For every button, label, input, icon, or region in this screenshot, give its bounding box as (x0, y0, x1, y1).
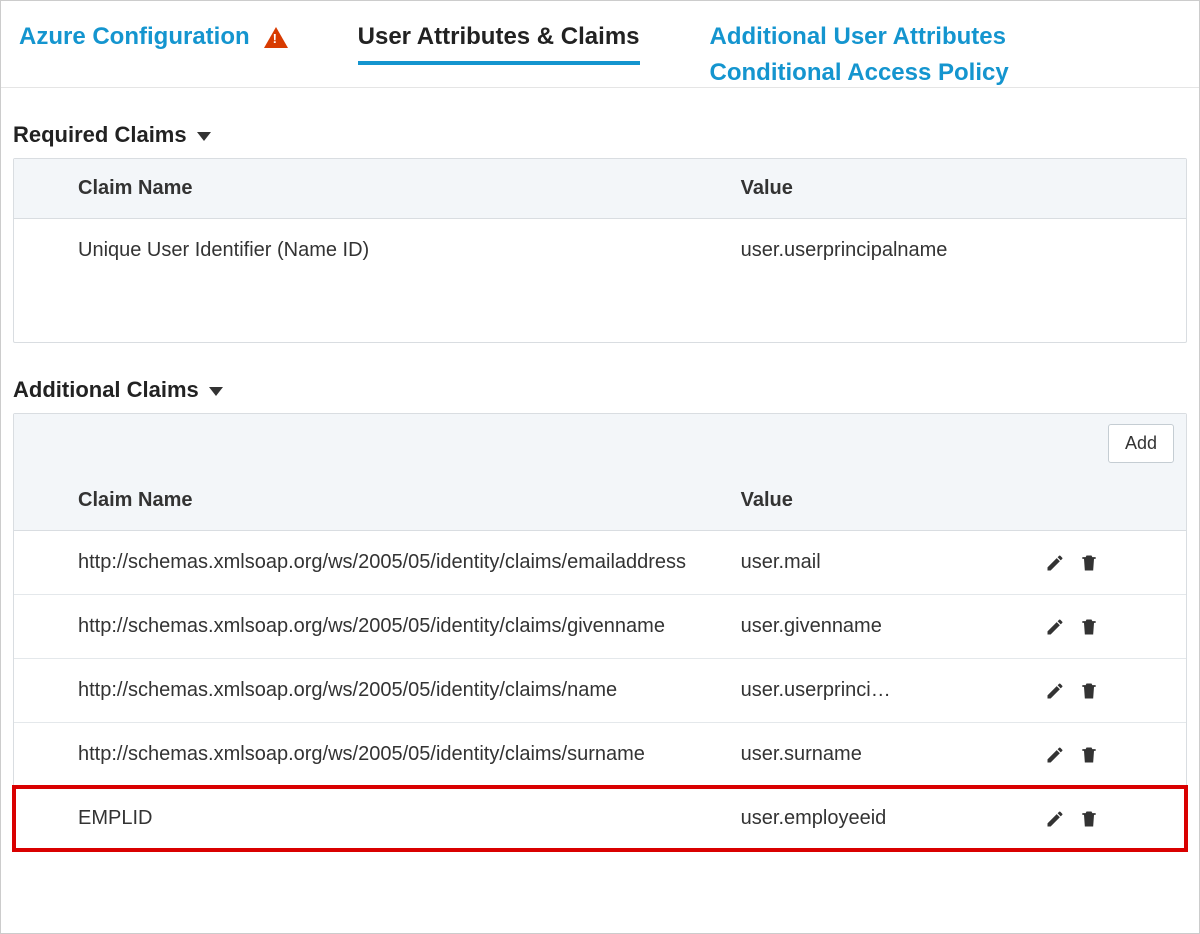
row-actions (1045, 617, 1174, 637)
edit-icon[interactable] (1045, 681, 1065, 701)
cell-value: user.mail (741, 531, 1046, 595)
additional-claims-table: Claim Name Value http://schemas.xmlsoap.… (14, 471, 1186, 850)
tab-azure-configuration[interactable]: Azure Configuration (19, 23, 288, 51)
section-required-claims: Required Claims Claim Name Value Unique … (1, 88, 1199, 343)
section-additional-claims: Additional Claims Add Claim Name Value h… (1, 343, 1199, 851)
cell-value: user.employeeid (741, 787, 1046, 851)
row-actions (1045, 809, 1174, 829)
cell-claim-name: Unique User Identifier (Name ID) (14, 219, 741, 283)
tab-claims-label: User Attributes & Claims (358, 23, 640, 51)
delete-icon[interactable] (1079, 553, 1099, 573)
cell-claim-name: EMPLID (14, 787, 741, 851)
delete-icon[interactable] (1079, 617, 1099, 637)
table-header-row: Claim Name Value (14, 471, 1186, 531)
cell-claim-name: http://schemas.xmlsoap.org/ws/2005/05/id… (14, 723, 741, 787)
tab-azure-label: Azure Configuration (19, 23, 250, 51)
caret-down-icon (197, 132, 211, 141)
cell-value: user.surname (741, 723, 1046, 787)
cell-claim-name: http://schemas.xmlsoap.org/ws/2005/05/id… (14, 595, 741, 659)
table-row: http://schemas.xmlsoap.org/ws/2005/05/id… (14, 723, 1186, 787)
row-actions (1045, 745, 1174, 765)
delete-icon[interactable] (1079, 809, 1099, 829)
required-claims-panel: Claim Name Value Unique User Identifier … (13, 158, 1187, 343)
table-header-row: Claim Name Value (14, 159, 1186, 219)
delete-icon[interactable] (1079, 745, 1099, 765)
cell-value: user.givenname (741, 595, 1046, 659)
col-header-claim-name: Claim Name (14, 159, 741, 219)
table-row: http://schemas.xmlsoap.org/ws/2005/05/id… (14, 595, 1186, 659)
required-claims-title: Required Claims (13, 122, 187, 148)
table-row: http://schemas.xmlsoap.org/ws/2005/05/id… (14, 531, 1186, 595)
cell-claim-name: http://schemas.xmlsoap.org/ws/2005/05/id… (14, 531, 741, 595)
delete-icon[interactable] (1079, 681, 1099, 701)
row-actions (1045, 553, 1174, 573)
add-button[interactable]: Add (1108, 424, 1174, 463)
required-claims-toggle[interactable]: Required Claims (13, 106, 1187, 158)
cell-value: user.userprinci… (741, 659, 1046, 723)
additional-claims-title: Additional Claims (13, 377, 199, 403)
cell-claim-name: http://schemas.xmlsoap.org/ws/2005/05/id… (14, 659, 741, 723)
tab-user-attributes-claims[interactable]: User Attributes & Claims (358, 23, 640, 65)
edit-icon[interactable] (1045, 809, 1065, 829)
col-header-value: Value (741, 471, 1046, 531)
page-frame: Azure Configuration User Attributes & Cl… (0, 0, 1200, 934)
row-actions (1045, 681, 1174, 701)
table-row: EMPLIDuser.employeeid (14, 787, 1186, 851)
col-header-value: Value (741, 159, 1046, 219)
table-row: http://schemas.xmlsoap.org/ws/2005/05/id… (14, 659, 1186, 723)
tabs-bar: Azure Configuration User Attributes & Cl… (1, 1, 1199, 88)
edit-icon[interactable] (1045, 617, 1065, 637)
warning-icon (264, 27, 288, 48)
additional-claims-panel: Add Claim Name Value http://schemas.xmls… (13, 413, 1187, 851)
edit-icon[interactable] (1045, 553, 1065, 573)
additional-claims-toggle[interactable]: Additional Claims (13, 361, 1187, 413)
tab-secondary-column: Additional User Attributes Conditional A… (710, 23, 1009, 87)
col-header-claim-name: Claim Name (14, 471, 741, 531)
tab-conditional-access-policy[interactable]: Conditional Access Policy (710, 59, 1009, 87)
required-claims-table: Claim Name Value Unique User Identifier … (14, 159, 1186, 342)
tab-additional-user-attributes[interactable]: Additional User Attributes (710, 23, 1009, 51)
additional-claims-toolbar: Add (14, 414, 1186, 471)
edit-icon[interactable] (1045, 745, 1065, 765)
caret-down-icon (209, 387, 223, 396)
table-row: Unique User Identifier (Name ID)user.use… (14, 219, 1186, 283)
cell-value: user.userprincipalname (741, 219, 1046, 283)
